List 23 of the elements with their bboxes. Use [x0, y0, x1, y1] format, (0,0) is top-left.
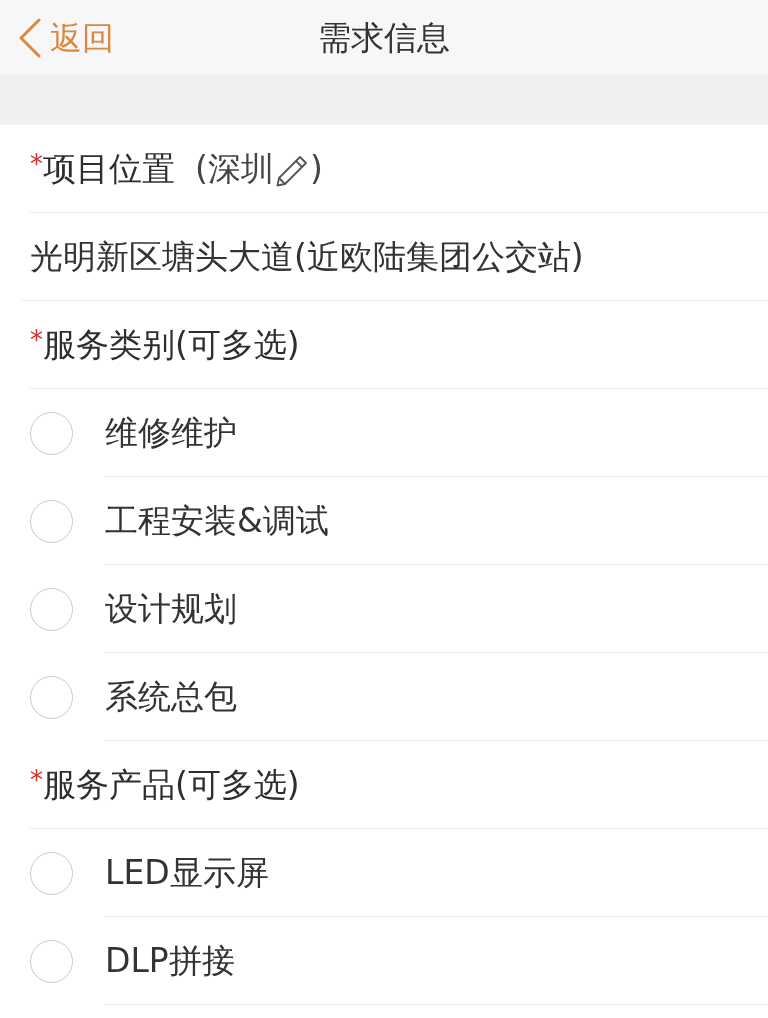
- option-label: 系统总包: [105, 676, 237, 717]
- option-label: 设计规划: [105, 588, 237, 629]
- chevron-left-icon: [18, 17, 42, 58]
- checkbox-circle[interactable]: [30, 587, 73, 631]
- city-edit-button[interactable]: (深圳 ): [195, 148, 323, 189]
- checkbox-circle[interactable]: [30, 499, 73, 543]
- checkbox-circle[interactable]: [30, 939, 73, 983]
- option-label: LED显示屏: [105, 852, 269, 893]
- field-label: 项目位置: [43, 148, 175, 189]
- option-label: 维修维护: [105, 412, 237, 453]
- required-asterisk: *: [30, 326, 43, 353]
- section-title: 服务产品(可多选): [43, 764, 300, 805]
- option-label: DLP拼接: [105, 940, 235, 981]
- address-text: 光明新区塘头大道(近欧陆集团公交站): [30, 236, 584, 277]
- required-asterisk: *: [30, 150, 43, 177]
- checkbox-circle[interactable]: [30, 675, 73, 719]
- required-asterisk: *: [30, 766, 43, 793]
- option-label: 工程安装&调试: [105, 500, 329, 541]
- pencil-icon: [275, 154, 308, 187]
- checkbox-circle[interactable]: [30, 411, 73, 455]
- section-title: 服务类别(可多选): [43, 324, 300, 365]
- checkbox-circle[interactable]: [30, 851, 73, 895]
- page-title: 需求信息: [318, 21, 450, 54]
